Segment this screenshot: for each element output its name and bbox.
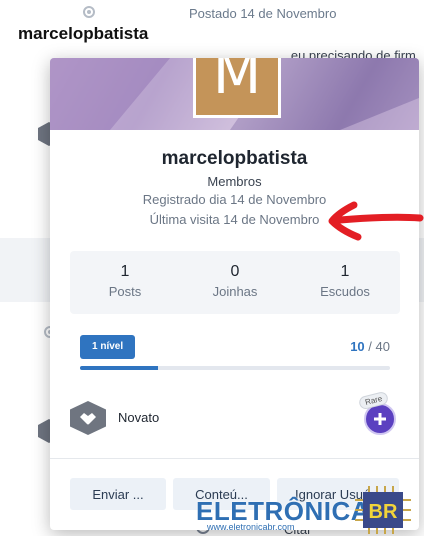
post-select-radio[interactable] [83, 6, 95, 18]
stat-posts[interactable]: 1 Posts [70, 251, 180, 314]
user-hovercard: M marcelopbatista Membros Registrado dia… [50, 58, 419, 530]
stat-label: Escudos [320, 284, 370, 299]
post-date: Postado 14 de Novembro [189, 6, 337, 21]
level-badge: 1 nível [80, 335, 136, 359]
handshake-icon [80, 413, 96, 425]
level-progress-fill [80, 366, 158, 370]
stat-label: Posts [108, 284, 142, 299]
stat-badges[interactable]: 1 Escudos [290, 251, 400, 314]
eletronicabr-watermark: ELETRÔNICA www.eletronicabr.com BR [193, 478, 424, 536]
stat-value: 1 [120, 263, 130, 280]
points-current: 10 [350, 339, 365, 354]
stat-reactions[interactable]: 0 Joinhas [180, 251, 290, 314]
rank-badge-icon[interactable] [70, 401, 106, 435]
stat-value: 1 [340, 263, 350, 280]
profile-username[interactable]: marcelopbatista [50, 148, 419, 170]
stats-panel: 1 Posts 0 Joinhas 1 Escudos [70, 251, 400, 314]
avatar[interactable]: M [193, 58, 281, 118]
send-message-button[interactable]: Enviar ... [70, 478, 166, 510]
stat-value: 0 [230, 263, 240, 280]
rank-name: Novato [118, 410, 160, 425]
red-arrow-annotation-icon [328, 201, 424, 241]
points-separator: / [368, 339, 372, 354]
level-progress-bar [80, 366, 390, 370]
rare-achievement[interactable]: Rare [357, 390, 403, 439]
member-group: Membros [207, 174, 262, 189]
post-author-name[interactable]: marcelopbatista [18, 24, 148, 44]
watermark-br: BR [369, 501, 398, 523]
card-divider [50, 458, 419, 459]
chip-logo-icon: BR [355, 486, 411, 534]
stat-label: Joinhas [212, 284, 258, 299]
watermark-url: www.eletronicabr.com [207, 522, 295, 532]
points-counter: 10 / 40 [350, 339, 390, 354]
points-total: 40 [375, 339, 390, 354]
